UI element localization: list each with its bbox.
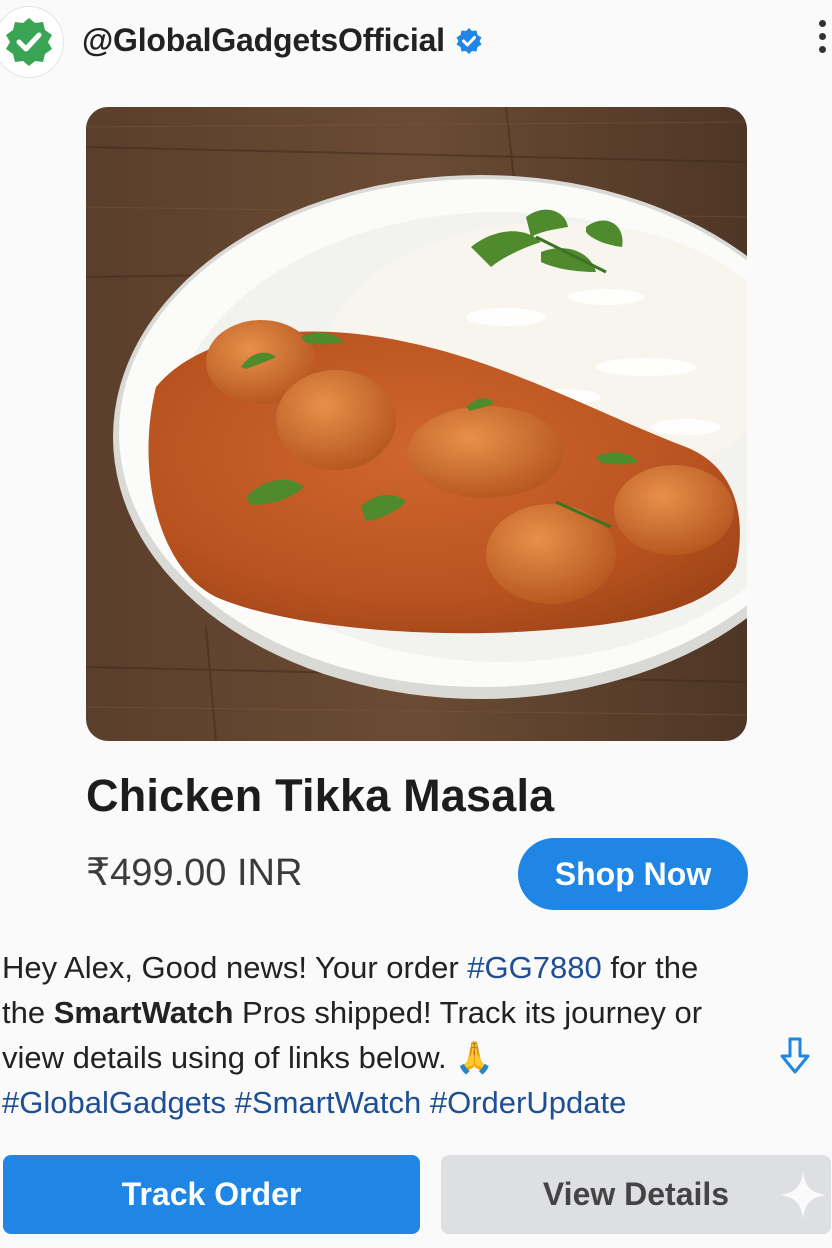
post-header: @GlobalGadgetsOfficial: [0, 0, 832, 84]
track-order-button[interactable]: Track Order: [3, 1155, 420, 1234]
caption-text: the: [2, 995, 54, 1030]
folded-hands-emoji: 🙏: [455, 1040, 494, 1075]
product-price: ₹499.00 INR: [86, 852, 303, 894]
post-caption: Hey Alex, Good news! Your order #GG7880 …: [2, 945, 832, 1125]
avatar[interactable]: [0, 6, 64, 78]
view-details-button[interactable]: View Details: [441, 1155, 831, 1234]
verified-badge-icon: [456, 27, 482, 54]
account-handle[interactable]: @GlobalGadgetsOfficial: [82, 22, 483, 59]
caption-line-2: the SmartWatch Pros shipped! Track its j…: [2, 990, 832, 1035]
shop-now-button[interactable]: Shop Now: [518, 838, 748, 910]
hashtags[interactable]: #GlobalGadgets #SmartWatch #OrderUpdate: [2, 1080, 832, 1125]
product-name-bold: SmartWatch: [53, 995, 234, 1030]
caption-text: Hey Alex, Good news! Your order: [2, 950, 468, 985]
product-title[interactable]: Chicken Tikka Masala: [86, 770, 554, 822]
view-details-label: View Details: [542, 1176, 730, 1212]
caption-text: Pros shipped! Track its journey or: [233, 995, 703, 1030]
caption-line-1: Hey Alex, Good news! Your order #GG7880 …: [2, 945, 832, 990]
more-vertical-icon[interactable]: [812, 20, 832, 68]
verified-check-badge-icon: [6, 18, 52, 66]
product-image[interactable]: [86, 107, 747, 741]
handle-text[interactable]: @GlobalGadgetsOfficial: [82, 22, 445, 59]
caption-text: for the: [601, 950, 699, 985]
food-photo: [86, 107, 747, 741]
order-number-link[interactable]: #GG7880: [467, 950, 601, 985]
caption-line-3: view details using of links below. 🙏: [2, 1035, 832, 1080]
arrow-down-icon[interactable]: [779, 1036, 811, 1076]
caption-text: view details using of links below.: [2, 1040, 447, 1075]
sparkle-icon: [779, 1171, 827, 1219]
